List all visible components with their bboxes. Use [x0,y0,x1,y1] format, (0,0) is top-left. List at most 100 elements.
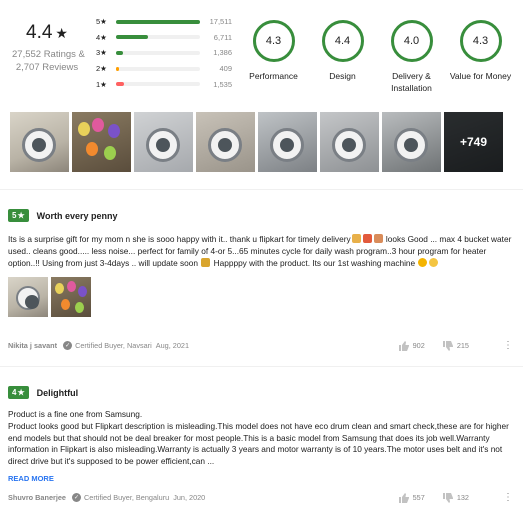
review-author: Nikita j savant [8,341,58,350]
review-rating-value: 5 [12,211,17,220]
review-photo[interactable] [8,277,48,318]
thumbs-down-icon [442,492,453,503]
thumbs-down-icon [442,340,453,351]
review-votes: 557 132 ⋮ [398,492,513,503]
dislike-count: 132 [456,493,469,502]
smile-emoji-icon [418,257,428,267]
review-footer: Nikita j savant ✓ Certified Buyer, Navsa… [8,340,513,351]
review-image-gallery: +749 [10,112,503,172]
rating-bar-label: 3★ [96,48,107,58]
gallery-image[interactable] [10,112,69,172]
rating-bar-label: 5★ [96,17,107,27]
review-photos [8,277,513,318]
dislike-count: 215 [456,341,469,350]
rating-bar-fill [116,35,148,40]
balloon-icon [78,286,87,298]
rating-bar-track [116,35,200,40]
aspect-performance: 4.3 Performance [239,20,308,94]
rating-bar-track [116,19,200,24]
review-text-part: Its is a surprise gift for my mom n she … [8,234,351,244]
gallery-image[interactable] [72,112,131,172]
review-body: Its is a surprise gift for my mom n she … [8,234,513,269]
aspect-label: Performance [249,71,298,81]
washing-machine-icon [22,128,56,162]
rating-bar-count: 1,386 [213,48,232,58]
gallery-image[interactable] [320,112,379,172]
reviews-count: 2,707 Reviews [15,62,79,73]
review-card: 4 ★ Delightful Product is a fine one fro… [8,386,513,486]
overall-rating-value: 4.4 [26,22,53,43]
review-title: Delightful [36,387,79,398]
rating-bar-row: 1★ 1,535 [96,76,232,92]
hand-emoji-icon [373,234,383,243]
overall-rating-block: 4.4 ★ 27,552 Ratings & 2,707 Reviews [12,22,85,74]
aspect-score-circle: 4.0 [390,20,433,62]
rating-bar-row: 4★ 6,711 [96,30,232,46]
gallery-image[interactable] [382,112,441,172]
divider [0,366,523,367]
rating-bar-track [116,50,200,55]
thumbs-up-icon [398,340,409,351]
aspect-score-circle: 4.3 [459,20,502,62]
rating-bar-fill [116,19,200,24]
washing-machine-icon [16,286,40,311]
checkmark-icon: ✓ [63,341,73,350]
review-photo[interactable] [51,277,91,318]
aspect-delivery: 4.0 Delivery & Installation [377,20,446,94]
more-options-icon[interactable]: ⋮ [503,340,513,351]
like-count: 902 [412,341,425,350]
rating-bar-label: 2★ [96,64,107,74]
gallery-image[interactable] [196,112,255,172]
divider [0,189,523,190]
like-button[interactable]: 902 [398,340,425,351]
like-button[interactable]: 557 [398,492,425,503]
rating-bar-row: 3★ 1,386 [96,45,232,61]
washing-machine-icon [208,128,242,162]
more-images-count: +749 [444,112,503,172]
balloon-icon [75,302,84,314]
gallery-image[interactable] [258,112,317,172]
ratings-count: 27,552 Ratings & [12,49,85,60]
star-icon: ★ [17,388,25,397]
thumbs-up-icon [398,492,409,503]
star-icon: ★ [55,24,68,41]
aspect-score-circle: 4.3 [252,20,295,62]
rating-bar-label: 4★ [96,32,107,42]
review-footer: Shuvro Banerjee ✓ Certified Buyer, Benga… [8,492,513,503]
review-card: 5 ★ Worth every penny Its is a surprise … [8,209,513,318]
rating-bar-track [116,66,200,71]
review-title: Worth every penny [36,210,118,221]
read-more-link[interactable]: READ MORE [8,474,54,483]
dislike-button[interactable]: 215 [442,340,469,351]
rating-bar-label: 1★ [96,79,107,89]
balloon-icon [61,299,70,311]
certified-text: Certified Buyer, Navsari [75,341,152,350]
aspect-label: Design [329,71,356,81]
washing-machine-icon [270,128,304,162]
certified-buyer: ✓ Certified Buyer, Navsari [63,341,152,350]
gallery-image[interactable] [134,112,193,172]
aspect-label: Delivery & Installation [391,71,432,93]
dislike-button[interactable]: 132 [442,492,469,503]
aspect-ratings: 4.3 Performance 4.4 Design 4.0 Delivery … [239,20,515,94]
review-body: Product is a fine one from Samsung. Prod… [8,409,509,467]
aspect-design: 4.4 Design [308,20,377,94]
aspect-value: 4.3 Value for Money [446,20,515,94]
rating-bar-fill [116,50,123,55]
grin-emoji-icon [429,257,439,267]
gift-emoji-icon [362,234,372,243]
balloon-icon [86,142,98,156]
review-rating-badge: 4 ★ [8,386,29,399]
balloon-icon [78,122,90,136]
washing-machine-icon [146,128,180,162]
certified-buyer: ✓ Certified Buyer, Bengaluru [72,493,169,502]
aspect-label: Value for Money [449,71,512,81]
gallery-more-images[interactable]: +749 [444,112,503,172]
rating-distribution: 5★ 17,511 4★ 6,711 3★ 1,386 2★ 409 1★ 1,… [96,14,232,92]
balloon-icon [92,118,104,132]
review-text-part: Happppy with the product. Its our 1st wa… [211,257,418,268]
more-options-icon[interactable]: ⋮ [503,492,513,503]
certified-text: Certified Buyer, Bengaluru [84,493,170,502]
rating-bar-row: 5★ 17,511 [96,14,232,30]
rating-bar-count: 1,535 [213,79,232,89]
